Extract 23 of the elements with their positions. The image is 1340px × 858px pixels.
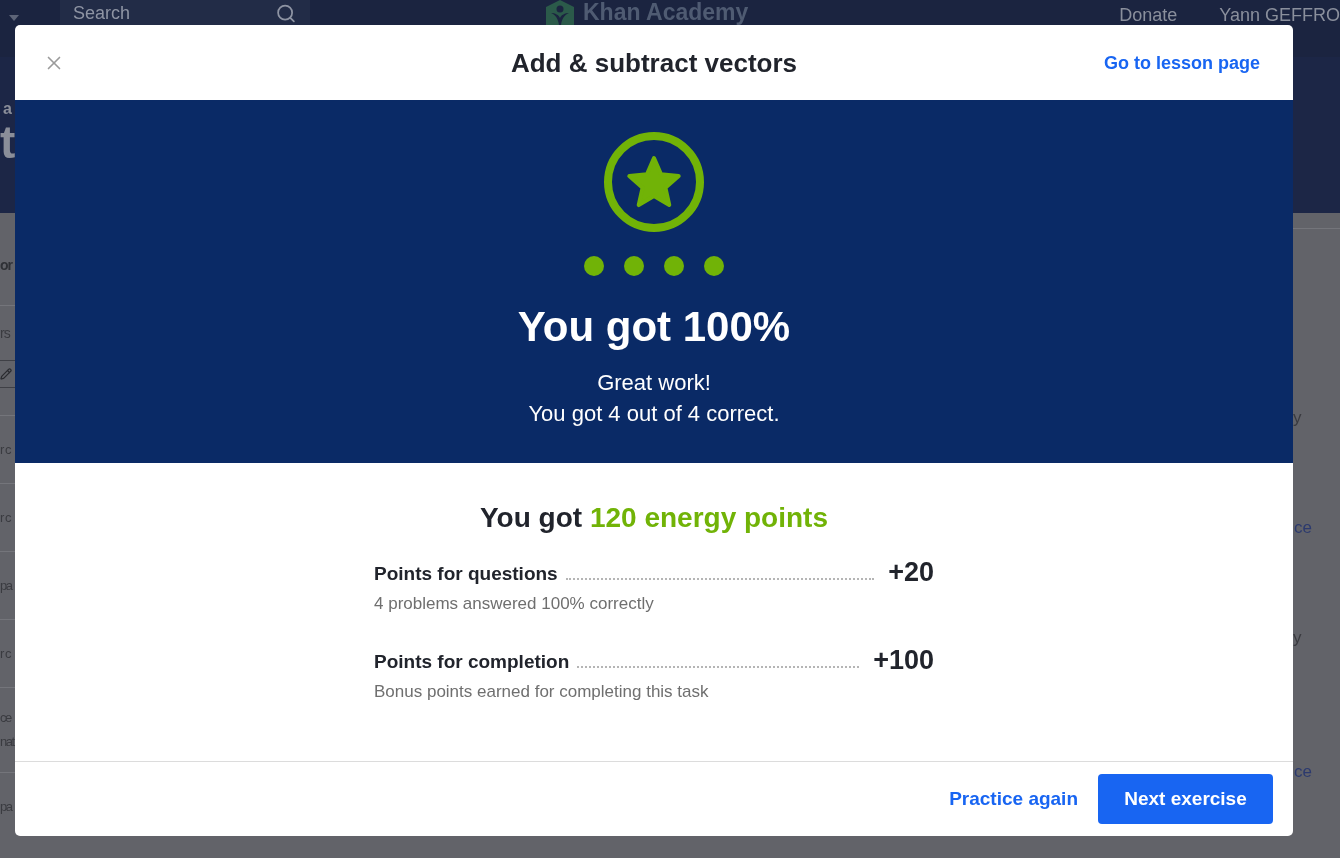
practice-again-button[interactable]: Practice again: [949, 787, 1078, 811]
points-label: Points for completion: [374, 650, 570, 674]
points-value: +20: [888, 557, 934, 587]
caret-icon[interactable]: [9, 15, 19, 21]
search-field[interactable]: Search: [60, 0, 310, 25]
points-heading: You got 120 energy points: [480, 501, 828, 535]
pencil-icon: [0, 368, 12, 380]
score-heading: You got 100%: [517, 302, 791, 352]
points-detail: 4 problems answered 100% correctly: [374, 593, 655, 615]
lesson-page-link[interactable]: Go to lesson page: [1103, 50, 1260, 75]
points-label: Points for questions: [374, 562, 558, 586]
next-exercise-button[interactable]: Next exercise: [1098, 774, 1273, 824]
star-ring-icon: [604, 132, 704, 232]
result-message: Great work!: [597, 369, 711, 397]
points-value: +100: [873, 645, 934, 675]
nav-link[interactable]: Yann GEFFRO: [1219, 6, 1340, 25]
dialog-title: Add & subtract vectors: [510, 46, 798, 79]
result-message: You got 4 out of 4 correct.: [528, 400, 780, 428]
text-fragment: a: [2, 99, 13, 119]
search-icon[interactable]: [275, 3, 297, 24]
points-detail: Bonus points earned for completing this task: [374, 681, 710, 703]
nav-link[interactable]: Donate: [1119, 6, 1178, 25]
page-title-fragment: t: [0, 119, 15, 165]
